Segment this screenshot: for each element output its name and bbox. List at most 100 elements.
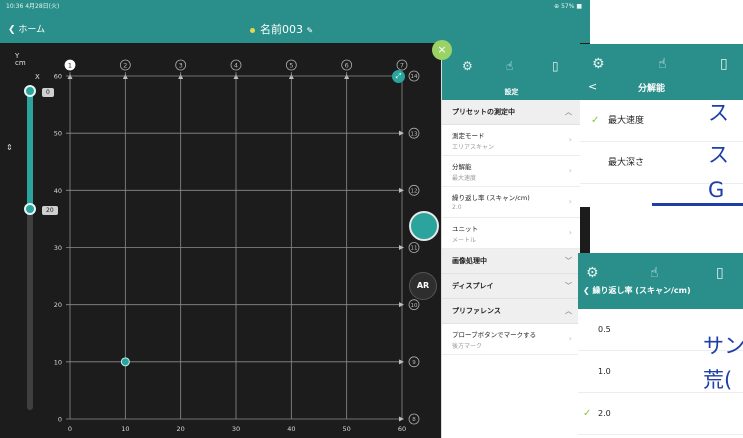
page-title-text: 名前003 — [260, 23, 303, 36]
chevron-down-icon: ﹀ — [565, 257, 572, 265]
touch-icon[interactable]: ☝ — [650, 265, 659, 281]
reprate-title[interactable]: ❮ 繰り返し率 (スキャン/cm) — [583, 285, 691, 296]
scan-marker-point[interactable] — [120, 357, 130, 367]
status-dot-icon — [250, 27, 255, 33]
row-marker-label: 8 — [412, 417, 416, 423]
grid-arrow-right — [399, 245, 404, 250]
page-title[interactable]: 名前003 ✎ — [250, 21, 313, 37]
column-marker-label: 3 — [179, 62, 183, 70]
resolution-option-label: 最大深さ — [608, 158, 645, 168]
y-tick-label: 40 — [54, 187, 62, 195]
settings-title: 設定 — [504, 88, 519, 96]
reprate-option-label: 1.0 — [598, 367, 611, 376]
chevron-right-icon: › — [568, 228, 572, 237]
resolution-option-label: 最大速度 — [608, 116, 645, 126]
gear-icon[interactable]: ⚙ — [462, 59, 473, 73]
y-tick-label: 60 — [54, 73, 62, 81]
annotation-text-4: サン — [703, 334, 743, 358]
settings-row[interactable]: 分解能 最大速度 › — [442, 156, 580, 187]
settings-row[interactable]: プローブボタンでマークする 後方マーク › — [442, 324, 580, 355]
x-tick-label: 30 — [232, 425, 240, 433]
reprate-header: ⚙ ☝ ▯ ❮ 繰り返し率 (スキャン/cm) — [578, 253, 743, 309]
record-button[interactable] — [409, 211, 439, 241]
settings-section-header[interactable]: ディスプレイ ﹀ — [442, 274, 580, 299]
y-tick-label: 10 — [54, 358, 62, 366]
nav-bar: ❮ ホーム 名前003 ✎ — [0, 13, 590, 43]
chevron-up-icon: ︿ — [565, 108, 572, 116]
settings-row[interactable]: 測定モード エリアスキャン › — [442, 125, 580, 156]
settings-row-value: エリアスキャン — [452, 144, 495, 151]
annotation-text-3: G — [708, 178, 725, 202]
gear-icon[interactable]: ⚙ — [592, 56, 605, 72]
settings-section-title: 画像処理中 — [452, 257, 487, 265]
grid-arrow-right — [399, 359, 404, 365]
settings-section-header[interactable]: 画像処理中 ﹀ — [442, 249, 580, 274]
settings-row[interactable]: ユニット メートル › — [442, 218, 580, 249]
x-tick-label: 50 — [343, 425, 351, 433]
back-button-label: ホーム — [18, 25, 46, 35]
y-tick-label: 20 — [54, 301, 62, 309]
settings-section-title: プリセットの測定中 — [452, 108, 515, 116]
column-marker-label: 7 — [400, 62, 404, 70]
panel-icon[interactable]: ▯ — [720, 56, 728, 72]
row-marker-label: 10 — [411, 303, 418, 309]
settings-row-label: プローブボタンでマークする — [452, 331, 537, 339]
grid-arrow-right — [399, 130, 404, 136]
x-tick-label: 20 — [177, 425, 185, 433]
back-button[interactable]: ❮ ホーム — [8, 22, 45, 35]
column-marker-label: 1 — [68, 62, 72, 70]
grid-arrow-up — [178, 74, 184, 79]
settings-section-title: ディスプレイ — [452, 282, 494, 290]
annotation-text-5: 荒( — [703, 368, 733, 392]
touch-icon[interactable]: ☝ — [658, 56, 667, 72]
status-bar: 10:36 4月28日(火) ⊕ 57% ■ — [0, 0, 590, 13]
status-battery: ⊕ 57% ■ — [554, 3, 582, 10]
settings-section-header[interactable]: プリファレンス ︿ — [442, 299, 580, 324]
settings-section-title: プリファレンス — [452, 307, 501, 315]
row-marker-label: 11 — [411, 246, 418, 252]
settings-row-value: 後方マーク — [452, 343, 483, 350]
reprate-option-label: 0.5 — [598, 325, 611, 334]
reprate-title-text: 繰り返し率 (スキャン/cm) — [592, 286, 691, 295]
settings-list: プリセットの測定中 ︿ 測定モード エリアスキャン › 分解能 最大速度 › 繰り返し率 (スキ… — [442, 100, 580, 355]
grid-arrow-up — [67, 74, 73, 79]
column-marker-label: 2 — [123, 62, 127, 70]
settings-section-header[interactable]: プリセットの測定中 ︿ — [442, 100, 580, 125]
settings-row-label: 繰り返し率 (スキャン/cm) — [452, 194, 530, 202]
grid-arrow-up — [233, 74, 239, 79]
chevron-right-icon: › — [568, 197, 572, 206]
checkmark-icon: ✓ — [583, 408, 592, 419]
resolution-header: ⚙ ☝ ▯ < 分解能 — [580, 44, 743, 100]
x-tick-label: 60 — [398, 425, 406, 433]
y-tick-label: 0 — [58, 416, 62, 424]
panel-icon[interactable]: ▯ — [552, 59, 559, 73]
settings-row-label: ユニット — [452, 225, 478, 233]
settings-row-value: 最大速度 — [452, 175, 477, 182]
annotation-text-1: ス — [708, 101, 729, 125]
checkmark-icon: ✓ — [591, 115, 600, 126]
settings-row[interactable]: 繰り返し率 (スキャン/cm) 2.0 › — [442, 187, 580, 218]
chevron-down-icon: ﹀ — [565, 282, 572, 290]
grid-arrow-up — [122, 74, 128, 79]
panel-icon[interactable]: ▯ — [716, 265, 724, 281]
pencil-icon[interactable]: ✎ — [307, 26, 314, 35]
gear-icon[interactable]: ⚙ — [586, 265, 599, 281]
grid-arrow-up — [288, 74, 294, 79]
grid-arrow-right — [399, 302, 404, 308]
row-marker-label: 9 — [412, 360, 416, 366]
chevron-up-icon: ︿ — [565, 307, 572, 315]
chevron-right-icon: › — [568, 334, 572, 343]
ar-button[interactable]: AR — [409, 272, 437, 300]
tablet-app: 10:36 4月28日(火) ⊕ 57% ■ ❮ ホーム 名前003 ✎ Y c… — [0, 0, 590, 438]
close-icon[interactable]: × — [432, 40, 452, 60]
column-marker-label: 5 — [289, 62, 293, 70]
touch-icon[interactable]: ☝ — [506, 59, 513, 73]
reprate-option[interactable]: ✓ 2.0 — [578, 393, 743, 435]
row-marker-label: 14 — [411, 74, 418, 80]
column-marker-label: 6 — [345, 62, 349, 70]
grid-arrow-right — [399, 416, 404, 422]
settings-row-label: 測定モード — [452, 132, 485, 140]
back-chevron-icon[interactable]: < — [588, 80, 597, 93]
expand-button[interactable]: ⤢ — [392, 70, 405, 83]
grid-arrow-right — [399, 187, 404, 193]
